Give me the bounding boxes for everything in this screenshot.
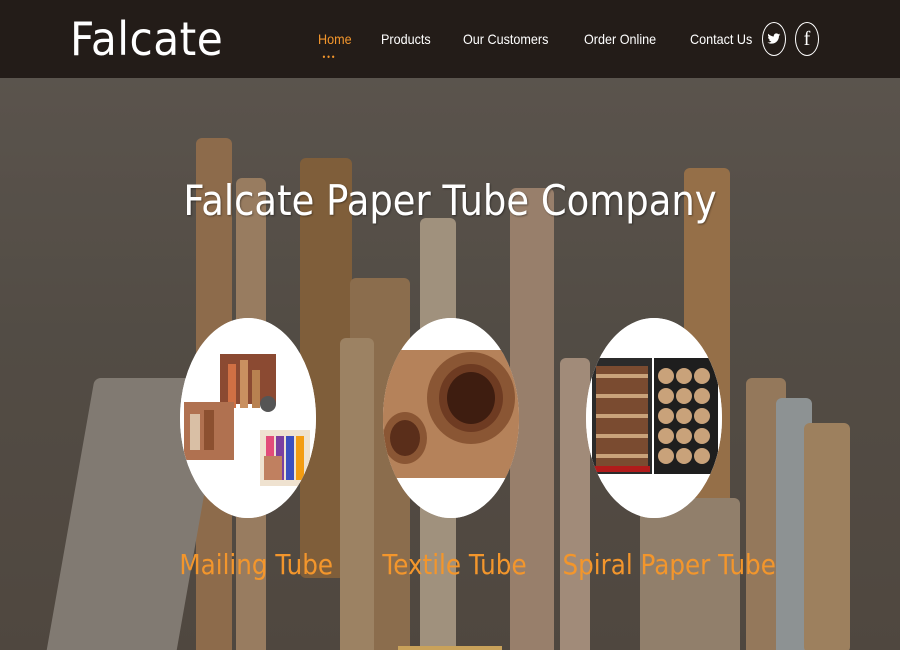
twitter-button[interactable] — [762, 22, 786, 56]
textile-tube-image — [383, 318, 519, 518]
mailing-tube-image — [180, 318, 316, 518]
site-logo[interactable]: Falcate — [70, 12, 223, 66]
active-indicator: ••• — [322, 52, 337, 62]
hero-section: Falcate Paper Tube Company Mailing Tube … — [0, 78, 900, 650]
nav-item-our-customers[interactable]: Our Customers — [463, 31, 548, 47]
nav-item-label: Products — [381, 31, 432, 47]
nav-item-label: Our Customers — [462, 31, 549, 47]
spiral-paper-tube-image — [586, 318, 722, 518]
nav-item-home[interactable]: Home ••• — [318, 31, 352, 62]
spiral-paper-tube-label[interactable]: Spiral Paper Tube — [562, 548, 775, 581]
nav-item-products[interactable]: Products — [381, 31, 431, 47]
site-header: Falcate Home ••• Products Our Customers … — [0, 0, 900, 78]
facebook-button[interactable]: f — [795, 22, 819, 56]
mailing-tube-label[interactable]: Mailing Tube — [179, 548, 333, 581]
twitter-icon — [767, 33, 781, 44]
mailing-tube-card[interactable] — [180, 318, 316, 518]
section-divider — [398, 646, 502, 650]
nav-item-contact-us[interactable]: Contact Us — [690, 31, 752, 47]
nav-item-label: Order Online — [583, 31, 656, 47]
textile-tube-card[interactable] — [383, 318, 519, 518]
spiral-paper-tube-card[interactable] — [586, 318, 722, 518]
hero-title: Falcate Paper Tube Company — [183, 176, 717, 225]
textile-tube-label[interactable]: Textile Tube — [382, 548, 526, 581]
nav-item-label: Home — [318, 31, 352, 47]
nav-item-order-online[interactable]: Order Online — [584, 31, 656, 47]
facebook-icon: f — [803, 27, 811, 50]
nav-item-label: Contact Us — [689, 31, 753, 47]
social-links: f — [762, 22, 819, 56]
main-nav: Home ••• Products Our Customers Order On… — [318, 31, 785, 62]
